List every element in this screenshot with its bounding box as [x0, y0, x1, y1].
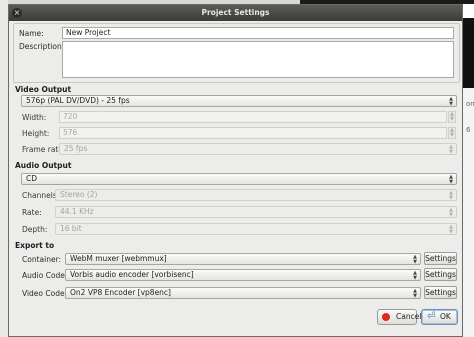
video-codec-value: On2 VP8 Encoder [vp8enc]: [70, 288, 171, 297]
background-text-2: 6: [466, 126, 471, 134]
desktop-left-strip: [0, 0, 8, 337]
video-codec-select[interactable]: On2 VP8 Encoder [vp8enc] ▲ ▼: [65, 287, 421, 299]
combo-arrows-icon: ▲ ▼: [449, 96, 453, 107]
combo-arrows-icon: ▲ ▼: [449, 224, 453, 235]
audio-codec-select[interactable]: Vorbis audio encoder [vorbisenc] ▲ ▼: [65, 269, 421, 281]
video-codec-settings-button[interactable]: Settings: [424, 286, 457, 299]
frame-rate-value: 25 fps: [64, 144, 88, 153]
depth-label: Depth:: [22, 225, 48, 234]
channels-value: Stereo (2): [60, 190, 98, 199]
name-label: Name:: [19, 29, 44, 38]
video-preset-select[interactable]: 576p (PAL DV/DVD) - 25 fps ▲ ▼: [21, 95, 457, 107]
height-spinner[interactable]: ▲ ▼: [448, 127, 456, 139]
container-settings-button[interactable]: Settings: [424, 252, 457, 265]
frame-rate-select[interactable]: 25 fps ▲ ▼: [59, 143, 457, 155]
audio-output-heading: Audio Output: [15, 161, 72, 170]
audio-preset-value: CD: [26, 174, 38, 183]
description-label: Description:: [19, 42, 65, 51]
rate-value: 44.1 KHz: [60, 207, 94, 216]
combo-arrows-icon: ▲ ▼: [449, 174, 453, 185]
cancel-button[interactable]: Cancel: [377, 309, 421, 325]
desktop-right-dark-strip: [463, 18, 474, 88]
video-preset-value: 576p (PAL DV/DVD) - 25 fps: [26, 96, 130, 105]
width-field[interactable]: 720: [59, 111, 447, 123]
combo-arrows-icon: ▲ ▼: [413, 288, 417, 299]
height-field[interactable]: 576: [59, 127, 447, 139]
audio-preset-select[interactable]: CD ▲ ▼: [21, 173, 457, 185]
combo-arrows-icon: ▲ ▼: [449, 190, 453, 201]
channels-select[interactable]: Stereo (2) ▲ ▼: [55, 189, 457, 201]
depth-value: 16 bit: [60, 224, 82, 233]
container-select[interactable]: WebM muxer [webmmux] ▲ ▼: [65, 253, 421, 265]
export-heading: Export to: [15, 241, 55, 250]
cancel-icon: [382, 313, 390, 321]
combo-arrows-icon: ▲ ▼: [449, 207, 453, 218]
ok-button-label: OK: [440, 312, 451, 321]
cancel-button-label: Cancel: [396, 312, 422, 321]
name-field[interactable]: New Project: [62, 27, 454, 39]
window-title: Project Settings: [201, 8, 270, 17]
combo-arrows-icon: ▲ ▼: [413, 254, 417, 265]
height-label: Height:: [22, 129, 50, 138]
rate-select[interactable]: 44.1 KHz ▲ ▼: [55, 206, 457, 218]
background-text-1: on: [466, 100, 474, 108]
description-field[interactable]: [62, 41, 454, 78]
combo-arrows-icon: ▲ ▼: [449, 144, 453, 155]
audio-codec-value: Vorbis audio encoder [vorbisenc]: [70, 270, 194, 279]
close-icon[interactable]: ×: [12, 8, 22, 18]
width-label: Width:: [22, 113, 47, 122]
depth-select[interactable]: 16 bit ▲ ▼: [55, 223, 457, 235]
project-settings-dialog: × Project Settings Name: New Project Des…: [8, 4, 463, 337]
video-output-heading: Video Output: [15, 85, 72, 94]
titlebar[interactable]: × Project Settings: [9, 5, 462, 21]
combo-arrows-icon: ▲ ▼: [413, 270, 417, 281]
ok-icon: ⏎: [427, 311, 436, 322]
channels-label: Channels:: [22, 191, 60, 200]
width-spinner[interactable]: ▲ ▼: [448, 111, 456, 123]
audio-codec-settings-button[interactable]: Settings: [424, 268, 457, 281]
container-value: WebM muxer [webmmux]: [70, 254, 167, 263]
video-codec-label: Video Codec:: [22, 289, 72, 298]
container-label: Container:: [22, 255, 62, 264]
ok-button[interactable]: ⏎ OK: [421, 309, 458, 325]
rate-label: Rate:: [22, 208, 42, 217]
